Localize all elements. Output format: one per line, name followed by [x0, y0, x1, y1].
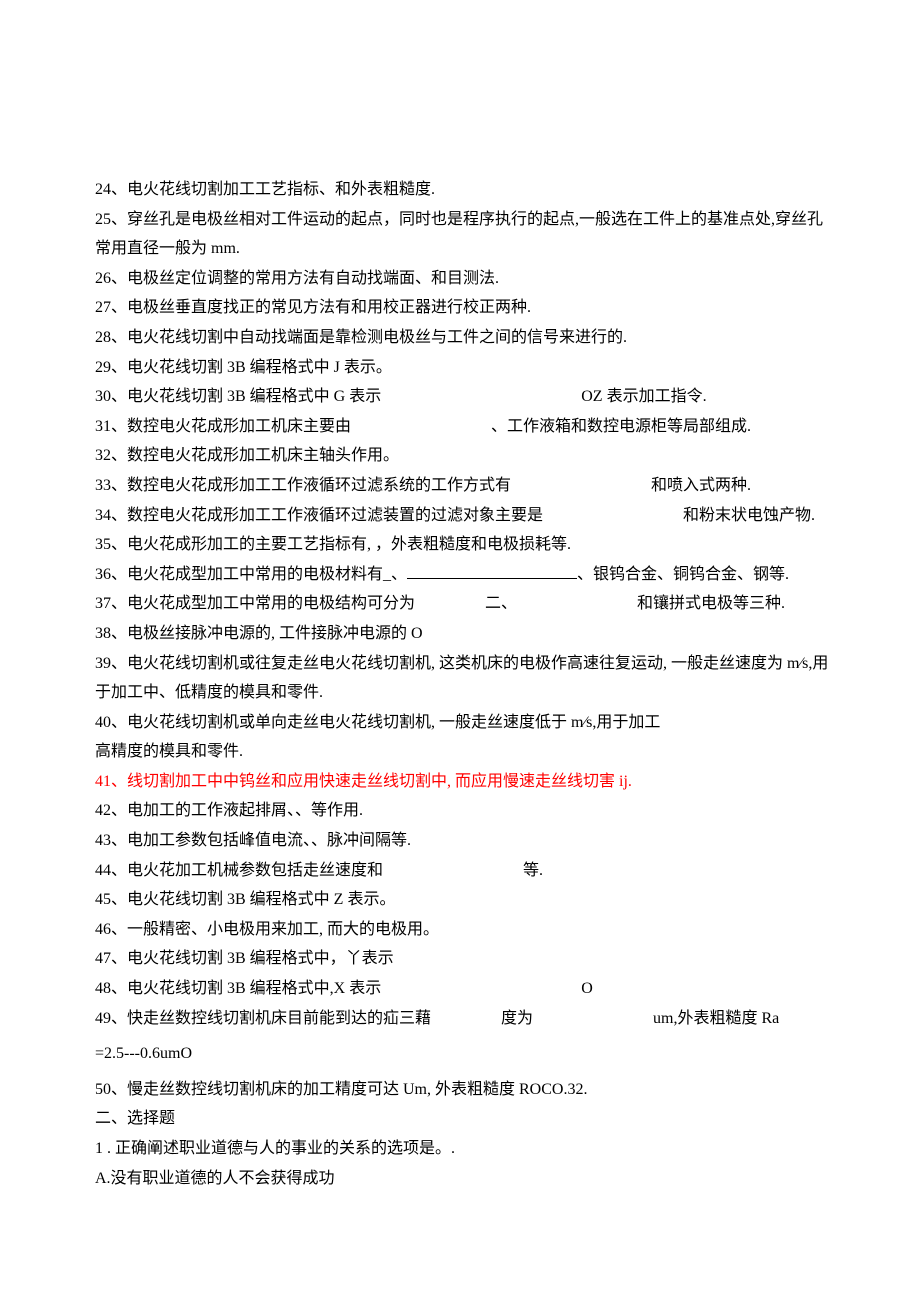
question-44-a: 44、电火花加工机械参数包括走丝速度和 [95, 862, 383, 879]
question-49-a: 49、快走丝数控线切割机床目前能到达的疝三藉 [95, 1010, 431, 1027]
question-32: 32、数控电火花成形加工机床主轴头作用。 [95, 441, 830, 471]
question-38: 38、电极丝接脉冲电源的, 工件接脉冲电源的 O [95, 619, 830, 649]
question-34-b: 和粉末状电蚀产物. [683, 507, 815, 524]
question-47: 47、电火花线切割 3B 编程格式中，丫表示 [95, 944, 830, 974]
question-48-b: O [581, 980, 593, 997]
question-40: 40、电火花线切割机或单向走丝电火花线切割机, 一般走丝速度低于 m⁄s,用于加… [95, 708, 830, 738]
section-2-title: 二、选择题 [95, 1104, 830, 1134]
question-45: 45、电火花线切割 3B 编程格式中 Z 表示。 [95, 885, 830, 915]
question-49-b: 度为 [501, 1010, 533, 1027]
mc-question-1: 1 . 正确阐述职业道德与人的事业的关系的选项是。. [95, 1134, 830, 1164]
question-34-a: 34、数控电火花成形加工工作液循环过滤装置的过滤对象主要是 [95, 507, 543, 524]
question-29: 29、电火花线切割 3B 编程格式中 J 表示。 [95, 353, 830, 383]
question-28: 28、电火花线切割中自动找端面是靠检测电极丝与工件之间的信号来进行的. [95, 323, 830, 353]
question-43: 43、电加工参数包括峰值电流、、脉冲间隔等. [95, 826, 830, 856]
blank-underline [407, 563, 577, 579]
question-49-c: um,外表粗糙度 Ra [653, 1010, 779, 1027]
question-26: 26、电极丝定位调整的常用方法有自动找端面、和目测法. [95, 264, 830, 294]
question-40-cont: 高精度的模具和零件. [95, 737, 830, 767]
question-37-a: 37、电火花成型加工中常用的电极结构可分为 [95, 595, 415, 612]
question-36: 36、电火花成型加工中常用的电极材料有_、 、银钨合金、铜钨合金、钢等. [95, 560, 830, 590]
question-46: 46、一般精密、小电极用来加工, 而大的电极用。 [95, 915, 830, 945]
question-48-a: 48、电火花线切割 3B 编程格式中,X 表示 [95, 980, 381, 997]
question-42: 42、电加工的工作液起排屑、、等作用. [95, 796, 830, 826]
question-34: 34、数控电火花成形加工工作液循环过滤装置的过滤对象主要是 和粉末状电蚀产物. [95, 501, 830, 531]
question-50: 50、慢走丝数控线切割机床的加工精度可达 Um, 外表粗糙度 ROCO.32. [95, 1075, 830, 1105]
question-33-b: 和喷入式两种. [651, 477, 751, 494]
question-31-a: 31、数控电火花成形加工机床主要由 [95, 418, 351, 435]
question-33-a: 33、数控电火花成形加工工作液循环过滤系统的工作方式有 [95, 477, 511, 494]
question-37-c: 和镶拼式电极等三种. [637, 595, 785, 612]
question-44-b: 等. [523, 862, 543, 879]
mc-option-1a: A.没有职业道德的人不会获得成功 [95, 1164, 830, 1194]
question-33: 33、数控电火花成形加工工作液循环过滤系统的工作方式有 和喷入式两种. [95, 471, 830, 501]
question-41: 41、线切割加工中中钨丝和应用快速走丝线切割中, 而应用慢速走丝线切害 ij. [95, 767, 830, 797]
question-27: 27、电极丝垂直度找正的常见方法有和用校正器进行校正两种. [95, 293, 830, 323]
question-39: 39、电火花线切割机或往复走丝电火花线切割机, 这类机床的电极作高速往复运动, … [95, 649, 830, 708]
question-49-cont: =2.5---0.6umO [95, 1039, 830, 1069]
question-36-b: 、银钨合金、铜钨合金、钢等. [577, 566, 789, 583]
question-36-a: 36、电火花成型加工中常用的电极材料有_、 [95, 566, 407, 583]
question-31: 31、数控电火花成形加工机床主要由 、工作液箱和数控电源柜等局部组成. [95, 412, 830, 442]
question-37-b: 二、 [485, 595, 517, 612]
question-30-b: OZ 表示加工指令. [581, 388, 706, 405]
question-37: 37、电火花成型加工中常用的电极结构可分为 二、 和镶拼式电极等三种. [95, 589, 830, 619]
question-49: 49、快走丝数控线切割机床目前能到达的疝三藉 度为 um,外表粗糙度 Ra [95, 1004, 830, 1034]
question-31-b: 、工作液箱和数控电源柜等局部组成. [491, 418, 751, 435]
question-48: 48、电火花线切割 3B 编程格式中,X 表示 O [95, 974, 830, 1004]
question-25: 25、穿丝孔是电极丝相对工件运动的起点，同时也是程序执行的起点,一般选在工件上的… [95, 205, 830, 264]
question-30-a: 30、电火花线切割 3B 编程格式中 G 表示 [95, 388, 381, 405]
question-24: 24、电火花线切割加工工艺指标、和外表粗糙度. [95, 175, 830, 205]
question-30: 30、电火花线切割 3B 编程格式中 G 表示 OZ 表示加工指令. [95, 382, 830, 412]
question-35: 35、电火花成形加工的主要工艺指标有, ，外表粗糙度和电极损耗等. [95, 530, 830, 560]
question-44: 44、电火花加工机械参数包括走丝速度和 等. [95, 856, 830, 886]
